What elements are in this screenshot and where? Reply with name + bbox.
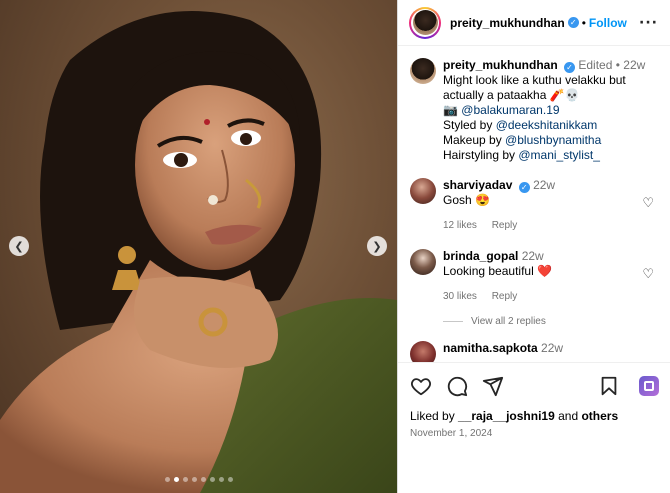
liked-prefix: Liked by xyxy=(410,409,459,423)
heart-icon[interactable]: ♡ xyxy=(642,267,654,282)
mention-stylist[interactable]: @deekshitanikkam xyxy=(496,118,598,132)
avatar[interactable] xyxy=(409,6,441,39)
avatar[interactable] xyxy=(410,341,436,362)
likes-summary: Liked by __raja__joshni19 and others xyxy=(410,409,659,423)
verified-icon: ✓ xyxy=(564,62,576,73)
comment-text: Looking beautiful ❤️ xyxy=(443,264,553,278)
avatar[interactable] xyxy=(410,58,436,84)
comment-row: sharviyadav ✓ 22w Gosh 😍 12 likes Reply … xyxy=(410,178,658,233)
styled-prefix: Styled by xyxy=(443,118,496,132)
avatar[interactable] xyxy=(410,178,436,204)
more-icon[interactable]: ··· xyxy=(639,15,658,31)
comment-likes[interactable]: 30 likes xyxy=(443,291,477,302)
comment-icon[interactable] xyxy=(446,375,468,397)
liked-others[interactable]: others xyxy=(581,409,618,423)
comment-row: namitha.sapkota 22w xyxy=(410,341,658,362)
makeup-prefix: Makeup by xyxy=(443,133,506,147)
heart-icon[interactable] xyxy=(410,375,432,397)
verified-icon: ✓ xyxy=(567,17,579,28)
reply-button[interactable]: Reply xyxy=(492,291,518,302)
hair-prefix: Hairstyling by xyxy=(443,148,519,162)
post-sidebar: preity_mukhundhan ✓ • Follow ··· preity_… xyxy=(397,0,670,493)
carousel-dot xyxy=(164,477,170,482)
camera-emoji: 📷 xyxy=(443,103,458,117)
carousel-dot xyxy=(218,477,224,482)
separator-dot: • xyxy=(581,15,586,30)
gallery-icon[interactable] xyxy=(639,376,659,396)
liked-user[interactable]: __raja__joshni19 xyxy=(458,409,555,423)
mention-makeup[interactable]: @blushbynamitha xyxy=(505,133,601,147)
heart-icon[interactable]: ♡ xyxy=(642,196,654,211)
avatar[interactable] xyxy=(410,249,436,275)
caption-text: Might look like a kuthu velakku but actu… xyxy=(443,73,626,102)
comments-list[interactable]: preity_mukhundhan ✓ Edited • 22w Might l… xyxy=(398,46,670,362)
carousel-dot xyxy=(173,477,179,482)
portrait-photo xyxy=(0,11,397,493)
carousel-dot xyxy=(200,477,206,482)
liked-mid: and xyxy=(554,409,582,423)
view-replies-label: View all 2 replies xyxy=(471,316,546,327)
bookmark-icon[interactable] xyxy=(599,375,619,397)
reply-button[interactable]: Reply xyxy=(492,220,518,231)
mention-photographer[interactable]: @balakumaran.19 xyxy=(461,103,559,117)
carousel-dot xyxy=(191,477,197,482)
comment-age: 22w xyxy=(541,341,564,355)
chevron-right-icon[interactable]: ❯ xyxy=(367,236,387,256)
comment-username[interactable]: sharviyadav xyxy=(443,178,512,192)
comment-username[interactable]: brinda_gopal xyxy=(443,249,518,263)
comment-row: brinda_gopal 22w Looking beautiful ❤️ 30… xyxy=(410,249,658,304)
carousel-dot xyxy=(182,477,188,482)
verified-icon: ✓ xyxy=(518,182,530,193)
comment-likes[interactable]: 12 likes xyxy=(443,220,477,231)
view-replies-button[interactable]: View all 2 replies xyxy=(443,316,658,327)
chevron-left-icon[interactable]: ❮ xyxy=(9,236,29,256)
post-header: preity_mukhundhan ✓ • Follow ··· xyxy=(398,0,670,46)
action-bar: Liked by __raja__joshni19 and others Nov… xyxy=(398,362,670,439)
post-date: November 1, 2024 xyxy=(410,428,493,439)
comment-text: Gosh 😍 xyxy=(443,193,490,207)
comment-username[interactable]: namitha.sapkota xyxy=(443,341,538,355)
share-icon[interactable] xyxy=(482,375,504,397)
follow-button[interactable]: Follow xyxy=(589,16,627,30)
mention-hair[interactable]: @mani_stylist_ xyxy=(518,148,600,162)
carousel-dot xyxy=(209,477,215,482)
divider xyxy=(443,321,463,322)
header-username[interactable]: preity_mukhundhan xyxy=(450,16,565,30)
caption-age: 22w xyxy=(623,58,646,72)
comment-age: 22w xyxy=(533,178,556,192)
carousel-indicator xyxy=(0,477,397,482)
comment-age: 22w xyxy=(521,249,544,263)
caption: preity_mukhundhan ✓ Edited • 22w Might l… xyxy=(410,58,658,163)
caption-status: Edited xyxy=(578,58,613,72)
caption-username[interactable]: preity_mukhundhan xyxy=(443,58,558,72)
post-media[interactable]: ❮ ❯ xyxy=(0,0,397,493)
carousel-dot xyxy=(227,477,233,482)
